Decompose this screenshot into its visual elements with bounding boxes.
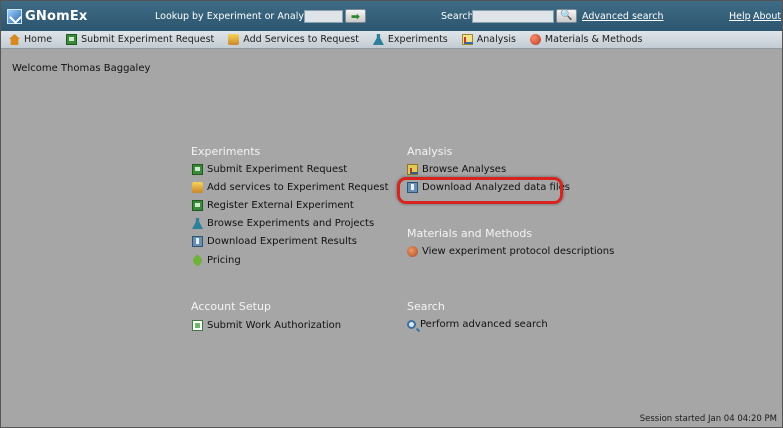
chart-icon — [407, 164, 418, 175]
link-label: Submit Work Authorization — [207, 320, 342, 331]
home-icon — [9, 34, 20, 45]
search-icon: 🔍 — [560, 10, 573, 21]
search-label: Search — [441, 11, 474, 22]
link-label: Submit Experiment Request — [207, 164, 348, 175]
link-label: Register External Experiment — [207, 200, 354, 211]
register-external-experiment-link[interactable]: Register External Experiment — [192, 200, 354, 211]
submit-experiment-request-link[interactable]: Submit Experiment Request — [192, 164, 347, 175]
authorization-icon — [192, 320, 203, 331]
top-header: GNomEx Lookup by Experiment or Analysis … — [1, 1, 782, 31]
app-name: GNomEx — [25, 8, 88, 24]
about-link[interactable]: About — [753, 11, 781, 22]
lookup-label: Lookup by Experiment or Analysis # — [155, 11, 328, 22]
materials-section-title: Materials and Methods — [407, 227, 533, 240]
request-icon — [192, 164, 203, 175]
lookup-go-button[interactable]: ➡ — [345, 9, 366, 23]
advanced-search-link[interactable]: Advanced search — [582, 11, 664, 22]
materials-icon — [529, 34, 541, 45]
services-icon — [192, 182, 203, 193]
price-tag-icon — [191, 254, 204, 267]
download-icon — [192, 236, 203, 247]
nav-add-services[interactable]: Add Services to Request — [222, 31, 367, 49]
nav-label: Home — [24, 34, 53, 45]
link-label: Browse Analyses — [422, 164, 507, 175]
nav-submit-experiment-request[interactable]: Submit Experiment Request — [60, 31, 222, 49]
protocol-icon — [407, 246, 418, 257]
perform-advanced-search-link[interactable]: Perform advanced search — [407, 319, 548, 330]
app-window: GNomEx Lookup by Experiment or Analysis … — [0, 0, 783, 428]
nav-label: Submit Experiment Request — [81, 34, 215, 45]
link-label: Perform advanced search — [420, 319, 548, 330]
search-icon — [407, 320, 416, 329]
link-label: Download Experiment Results — [207, 236, 357, 247]
nav-experiments[interactable]: Experiments — [367, 31, 456, 49]
download-experiment-results-link[interactable]: Download Experiment Results — [192, 236, 357, 247]
chart-icon — [461, 34, 473, 45]
search-input[interactable] — [472, 10, 554, 23]
session-status: Session started Jan 04 04:20 PM — [639, 414, 777, 424]
flask-icon — [192, 218, 203, 229]
nav-label: Experiments — [387, 34, 448, 45]
lookup-input[interactable] — [304, 10, 343, 23]
experiments-section-title: Experiments — [191, 145, 261, 158]
nav-label: Materials & Methods — [544, 34, 643, 45]
flask-icon — [372, 34, 384, 45]
view-protocol-descriptions-link[interactable]: View experiment protocol descriptions — [407, 246, 614, 257]
gnomex-logo-icon — [7, 8, 22, 24]
search-button[interactable]: 🔍 — [556, 9, 577, 23]
red-highlight-outline — [397, 177, 563, 204]
link-label: Pricing — [207, 255, 241, 266]
pricing-link[interactable]: Pricing — [191, 254, 241, 267]
arrow-right-icon: ➡ — [350, 9, 361, 23]
link-label: View experiment protocol descriptions — [422, 246, 615, 257]
add-services-link[interactable]: Add services to Experiment Request — [192, 182, 389, 193]
welcome-message: Welcome Thomas Baggaley — [12, 63, 151, 74]
nav-label: Add Services to Request — [243, 34, 359, 45]
main-nav: Home Submit Experiment Request Add Servi… — [1, 31, 782, 49]
help-link[interactable]: Help — [729, 11, 751, 22]
register-icon — [192, 200, 203, 211]
nav-analysis[interactable]: Analysis — [456, 31, 524, 49]
request-icon — [66, 34, 78, 45]
link-label: Browse Experiments and Projects — [207, 218, 375, 229]
app-logo[interactable]: GNomEx — [7, 7, 88, 25]
link-label: Add services to Experiment Request — [207, 182, 389, 193]
nav-label: Analysis — [476, 34, 516, 45]
search-section-title: Search — [407, 300, 445, 313]
analysis-section-title: Analysis — [407, 145, 453, 158]
nav-home[interactable]: Home — [1, 31, 60, 49]
services-icon — [228, 34, 240, 45]
browse-experiments-link[interactable]: Browse Experiments and Projects — [192, 218, 374, 229]
browse-analyses-link[interactable]: Browse Analyses — [407, 164, 506, 175]
submit-work-authorization-link[interactable]: Submit Work Authorization — [192, 320, 341, 331]
account-section-title: Account Setup — [191, 300, 271, 313]
nav-materials-methods[interactable]: Materials & Methods — [524, 31, 651, 49]
